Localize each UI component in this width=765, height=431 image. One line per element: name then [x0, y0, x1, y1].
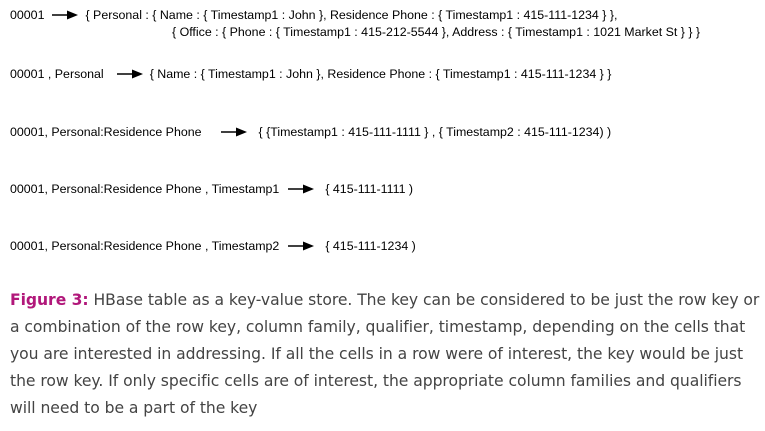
kv-row-2: 00001 , Personal { Name : { Timestamp1 : …: [10, 66, 611, 82]
right-arrow-icon: [116, 69, 143, 79]
kv-row-1: 00001 { Personal : { Name : { Timestamp1 …: [10, 7, 617, 23]
row-value: { Personal : { Name : { Timestamp1 : Joh…: [85, 8, 618, 22]
row-value: { 415-111-1234 ): [325, 239, 416, 253]
right-arrow-icon: [52, 10, 79, 20]
hbase-key-value-figure: 00001 { Personal : { Name : { Timestamp1 …: [0, 0, 765, 431]
row-key: 00001 , Personal: [10, 67, 104, 81]
kv-row-1-continuation: { Office : { Phone : { Timestamp1 : 415-…: [172, 24, 700, 40]
kv-row-3: 00001, Personal:Residence Phone { {Timest…: [10, 124, 611, 140]
row-key: 00001, Personal:Residence Phone , Timest…: [10, 239, 280, 253]
row-key: 00001, Personal:Residence Phone: [10, 125, 202, 139]
right-arrow-icon: [288, 241, 315, 251]
kv-row-5: 00001, Personal:Residence Phone , Timest…: [10, 238, 416, 254]
row-value-continuation: { Office : { Phone : { Timestamp1 : 415-…: [172, 25, 701, 39]
row-value: { {Timestamp1 : 415-111-1111 } , { Times…: [258, 125, 612, 139]
figure-caption: Figure 3: HBase table as a key-value sto…: [10, 287, 762, 422]
row-key: 00001: [10, 8, 45, 22]
row-value: { Name : { Timestamp1 : John }, Residenc…: [149, 67, 612, 81]
caption-text: HBase table as a key-value store. The ke…: [10, 291, 760, 417]
row-value: { 415-111-1111 ): [325, 182, 414, 196]
figure-label: Figure 3:: [10, 291, 89, 309]
kv-row-4: 00001, Personal:Residence Phone , Timest…: [10, 181, 413, 197]
row-key: 00001, Personal:Residence Phone , Timest…: [10, 182, 280, 196]
right-arrow-icon: [288, 184, 315, 194]
right-arrow-icon: [220, 127, 247, 137]
